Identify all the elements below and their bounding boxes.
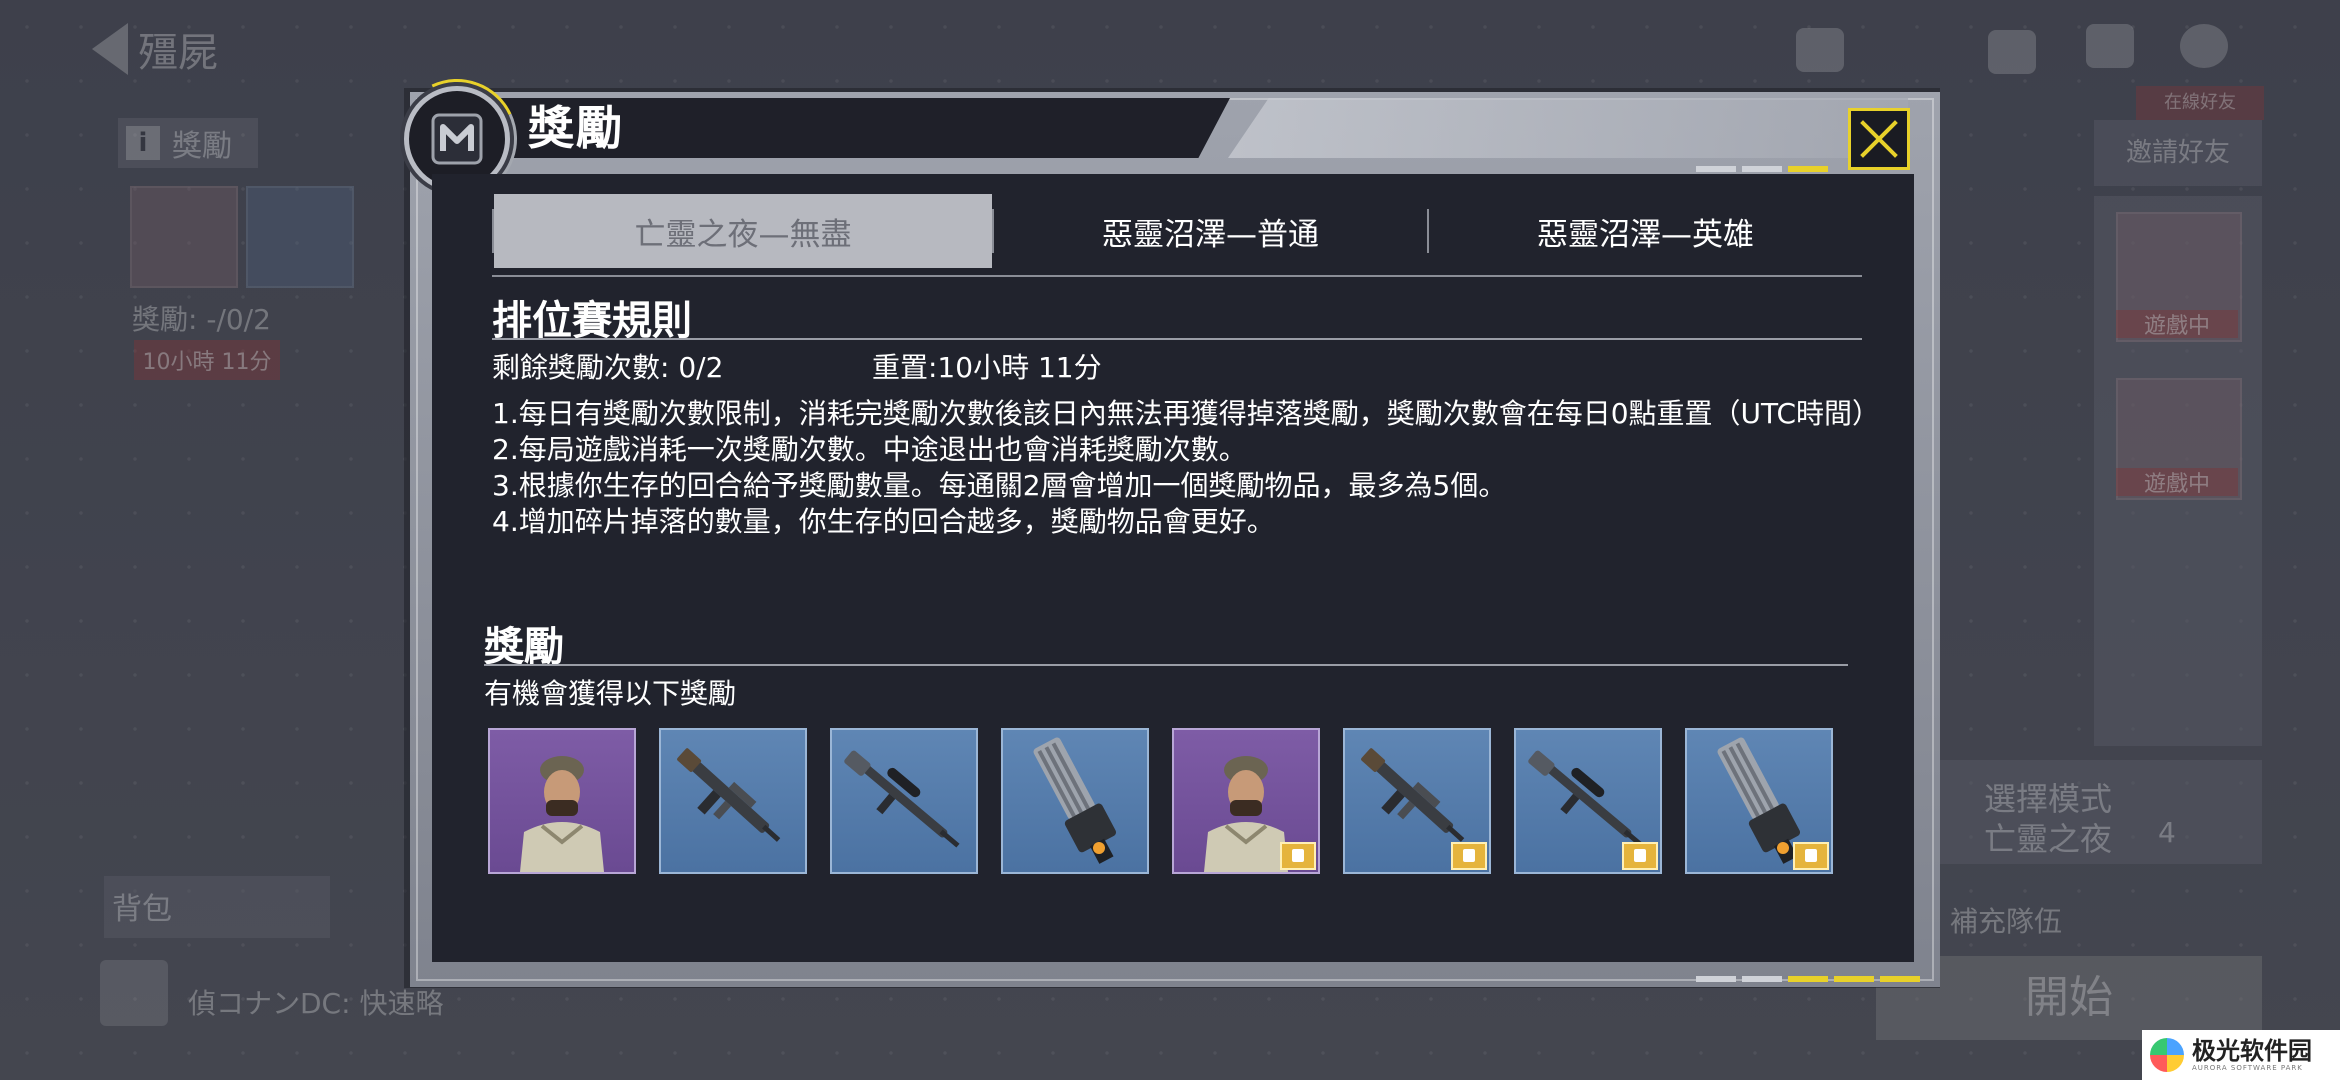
rule-item: 1.每日有獎勵次數限制，消耗完獎勵次數後該日內無法再獲得掉落獎勵，獎勵次數會在每…: [492, 397, 1881, 430]
watermark-sub: AURORA SOFTWARE PARK: [2192, 1064, 2303, 1072]
tab-undead-night-endless[interactable]: 亡靈之夜—無盡: [494, 194, 992, 268]
reward-item-character[interactable]: [488, 728, 636, 874]
pip: [1834, 976, 1874, 982]
watermark: 极光软件园 AURORA SOFTWARE PARK: [2142, 1030, 2340, 1080]
footer-pips: [1696, 976, 1920, 982]
pip: [1696, 976, 1736, 982]
bonus-badge-icon: [1280, 842, 1316, 870]
emblem-m-icon: [431, 113, 483, 165]
reward-items: [488, 728, 1833, 874]
mode-tabs: 亡靈之夜—無盡 惡靈沼澤—普通 惡靈沼澤—英雄: [492, 194, 1862, 268]
pip: [1788, 166, 1828, 172]
pip: [1742, 976, 1782, 982]
rules-title-line: [492, 338, 1862, 340]
rewards-subtitle: 有機會獲得以下獎勵: [484, 677, 737, 710]
pip: [1742, 166, 1782, 172]
modal-title: 獎勵: [528, 101, 624, 155]
aurora-logo-icon: [2150, 1038, 2184, 1072]
remaining-count: 剩餘獎勵次數: 0/2: [492, 351, 724, 384]
pip: [1788, 976, 1828, 982]
close-button[interactable]: [1848, 108, 1910, 170]
rule-item: 3.根據你生存的回合給予獎勵數量。每通關2層會增加一個獎勵物品，最多為5個。: [492, 469, 1507, 502]
rewards-title-line: [484, 664, 1848, 666]
reward-item-sniper-rifle[interactable]: [1514, 728, 1662, 874]
pip: [1696, 166, 1736, 172]
reward-item-assault-rifle[interactable]: [1343, 728, 1491, 874]
reward-item-assault-rifle[interactable]: [659, 728, 807, 874]
tab-evil-swamp-normal[interactable]: 惡靈沼澤—普通: [994, 194, 1427, 268]
reward-item-minigun[interactable]: [1685, 728, 1833, 874]
reset-timer: 重置:10小時 11分: [872, 351, 1102, 384]
bonus-badge-icon: [1793, 842, 1829, 870]
watermark-text: 极光软件园 AURORA SOFTWARE PARK: [2192, 1038, 2312, 1072]
rule-item: 4.增加碎片掉落的數量，你生存的回合越多，獎勵物品會更好。: [492, 505, 1275, 538]
bonus-badge-icon: [1451, 842, 1487, 870]
watermark-name: 极光软件园: [2192, 1037, 2312, 1065]
close-x-icon: [1860, 120, 1898, 158]
bonus-badge-icon: [1622, 842, 1658, 870]
tabs-underline: [492, 275, 1862, 277]
header-pips: [1696, 166, 1828, 172]
reward-item-sniper-rifle[interactable]: [830, 728, 978, 874]
reward-item-character[interactable]: [1172, 728, 1320, 874]
pip: [1880, 976, 1920, 982]
modal-header-stripe: [1228, 98, 1908, 158]
reward-item-minigun[interactable]: [1001, 728, 1149, 874]
rules-list: 1.每日有獎勵次數限制，消耗完獎勵次數後該日內無法再獲得掉落獎勵，獎勵次數會在每…: [492, 396, 1882, 540]
tab-evil-swamp-hero[interactable]: 惡靈沼澤—英雄: [1429, 194, 1862, 268]
rule-item: 2.每局遊戲消耗一次獎勵次數。中途退出也會消耗獎勵次數。: [492, 433, 1247, 466]
